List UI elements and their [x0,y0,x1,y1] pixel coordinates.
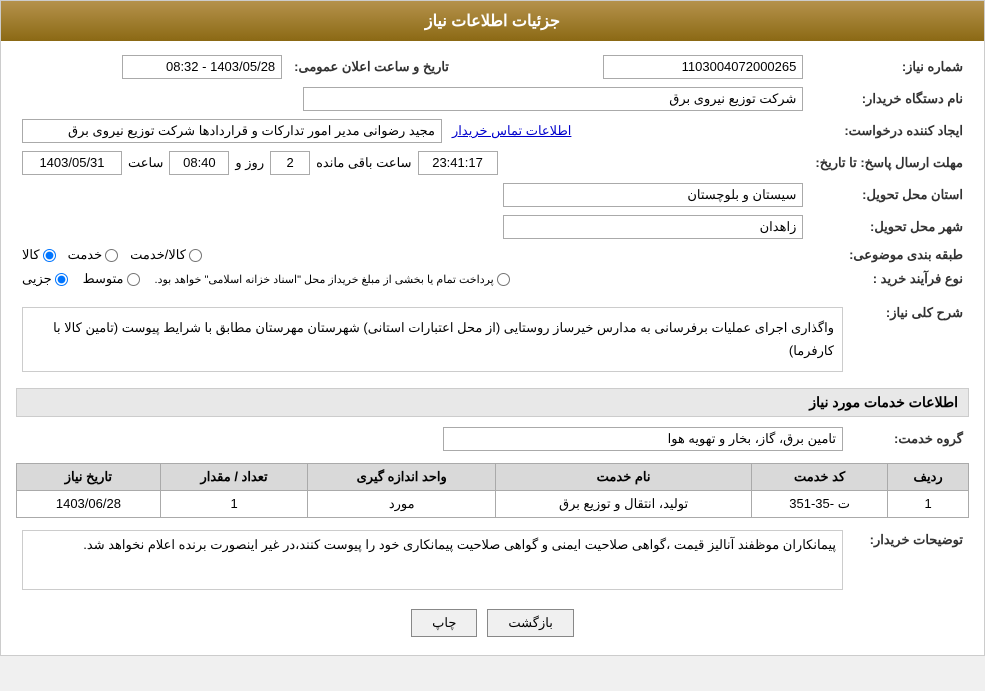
remaining-time-field[interactable]: 23:41:17 [418,151,498,175]
print-button[interactable]: چاپ [411,609,477,637]
province-label: استان محل تحویل: [809,179,969,211]
button-row: بازگشت چاپ [16,609,969,637]
response-days-label: روز و [235,155,264,171]
need-number-row: شماره نیاز: 1103004072000265 تاریخ و ساع… [16,51,969,83]
radio-khidmat[interactable] [105,249,118,262]
purchase-radio-group: پرداخت تمام یا بخشی از مبلغ خریداز محل "… [22,271,803,287]
category-label: طبقه بندی موضوعی: [809,243,969,267]
general-desc-value: واگذاری اجرای عملیات برفرسانی به مدارس خ… [16,299,849,380]
radio-jozii[interactable] [55,273,68,286]
remaining-label: ساعت باقی مانده [316,155,411,171]
category-kala-khidmat[interactable]: کالا/خدمت [130,247,202,263]
creator-label: ایجاد کننده درخواست: [809,115,969,147]
purchase-esnad[interactable]: پرداخت تمام یا بخشی از مبلغ خریداز محل "… [155,273,510,286]
response-time-label: ساعت [128,155,163,171]
col-quantity: تعداد / مقدار [160,463,308,490]
description-table: شرح کلی نیاز: واگذاری اجرای عملیات برفرس… [16,299,969,380]
page-content: شماره نیاز: 1103004072000265 تاریخ و ساع… [1,41,984,655]
col-service-code: کد خدمت [752,463,888,490]
response-date-field[interactable]: 1403/05/31 [22,151,122,175]
buyer-org-row: نام دستگاه خریدار: شرکت توزیع نیروی برق [16,83,969,115]
province-row: استان محل تحویل: سیستان و بلوچستان [16,179,969,211]
response-deadline-row: مهلت ارسال پاسخ: تا تاریخ: 23:41:17 ساعت… [16,147,969,179]
col-need-date: تاریخ نیاز [17,463,161,490]
purchase-type-label: نوع فرآیند خرید : [809,267,969,291]
purchase-jozii[interactable]: جزیی [22,271,68,287]
need-number-field[interactable]: 1103004072000265 [603,55,803,79]
col-row-num: ردیف [888,463,969,490]
service-group-field[interactable]: تامین برق، گاز، بخار و تهویه هوا [443,427,843,451]
announce-datetime-label: تاریخ و ساعت اعلان عمومی: [288,51,455,83]
buyer-notes-field[interactable] [22,530,843,590]
response-deadline-value: 23:41:17 ساعت باقی مانده 2 روز و 08:40 س… [16,147,809,179]
service-group-value: تامین برق، گاز، بخار و تهویه هوا [16,423,849,455]
creator-field[interactable]: مجید رضوانی مدیر امور تدارکات و قرارداده… [22,119,442,143]
category-options: کالا/خدمت خدمت کالا [16,243,809,267]
province-value: سیستان و بلوچستان [16,179,809,211]
general-desc-field[interactable]: واگذاری اجرای عملیات برفرسانی به مدارس خ… [22,307,843,372]
buyer-notes-label: توضیحات خریدار: [849,526,969,597]
cell-unit: مورد [308,490,496,517]
back-button[interactable]: بازگشت [487,609,573,637]
purchase-motavaset[interactable]: متوسط [83,271,140,287]
purchase-type-row: نوع فرآیند خرید : پرداخت تمام یا بخشی از… [16,267,969,291]
service-group-row: گروه خدمت: تامین برق، گاز، بخار و تهویه … [16,423,969,455]
category-row: طبقه بندی موضوعی: کالا/خدمت خدمت [16,243,969,267]
need-number-value: 1103004072000265 [474,51,809,83]
response-days-field[interactable]: 2 [270,151,310,175]
buyer-notes-row: توضیحات خریدار: [16,526,969,597]
radio-kala-khidmat[interactable] [189,249,202,262]
category-khidmat[interactable]: خدمت [68,247,119,263]
buyer-notes-value [16,526,849,597]
city-value: زاهدان [16,211,809,243]
buyer-org-label: نام دستگاه خریدار: [809,83,969,115]
col-unit: واحد اندازه گیری [308,463,496,490]
category-kala[interactable]: کالا [22,247,56,263]
cell-row: 1 [888,490,969,517]
city-field[interactable]: زاهدان [503,215,803,239]
radio-motavaset[interactable] [127,273,140,286]
table-row: 1ت -35-351تولید، انتقال و توزیع برقمورد1… [17,490,969,517]
city-row: شهر محل تحویل: زاهدان [16,211,969,243]
service-group-table: گروه خدمت: تامین برق، گاز، بخار و تهویه … [16,423,969,455]
cell-date: 1403/06/28 [17,490,161,517]
buyer-notes-table: توضیحات خریدار: [16,526,969,597]
purchase-type-options: پرداخت تمام یا بخشی از مبلغ خریداز محل "… [16,267,809,291]
general-desc-label: شرح کلی نیاز: [849,299,969,380]
cell-quantity: 1 [160,490,308,517]
page-container: جزئیات اطلاعات نیاز شماره نیاز: 11030040… [0,0,985,656]
services-section-title: اطلاعات خدمات مورد نیاز [16,388,969,417]
header-title: جزئیات اطلاعات نیاز [425,13,560,30]
page-header: جزئیات اطلاعات نیاز [1,1,984,41]
buyer-org-field[interactable]: شرکت توزیع نیروی برق [303,87,803,111]
creator-value: اطلاعات تماس خریدار مجید رضوانی مدیر امو… [16,115,809,147]
table-header-row: ردیف کد خدمت نام خدمت واحد اندازه گیری ت… [17,463,969,490]
city-label: شهر محل تحویل: [809,211,969,243]
response-time-field[interactable]: 08:40 [169,151,229,175]
cell-name: تولید، انتقال و توزیع برق [496,490,752,517]
services-table: ردیف کد خدمت نام خدمت واحد اندازه گیری ت… [16,463,969,518]
buyer-org-value: شرکت توزیع نیروی برق [16,83,809,115]
radio-kala[interactable] [43,249,56,262]
announce-datetime-value: 1403/05/28 - 08:32 [16,51,288,83]
service-group-label: گروه خدمت: [849,423,969,455]
cell-code: ت -35-351 [752,490,888,517]
general-desc-row: شرح کلی نیاز: واگذاری اجرای عملیات برفرس… [16,299,969,380]
category-radio-group: کالا/خدمت خدمت کالا [22,247,803,263]
radio-esnad[interactable] [497,273,510,286]
creator-contact-link[interactable]: اطلاعات تماس خریدار [452,123,571,139]
response-deadline-label: مهلت ارسال پاسخ: تا تاریخ: [809,147,969,179]
creator-row: ایجاد کننده درخواست: اطلاعات تماس خریدار… [16,115,969,147]
need-number-label: شماره نیاز: [809,51,969,83]
col-service-name: نام خدمت [496,463,752,490]
main-info-table: شماره نیاز: 1103004072000265 تاریخ و ساع… [16,51,969,291]
announce-datetime-field[interactable]: 1403/05/28 - 08:32 [122,55,282,79]
province-field[interactable]: سیستان و بلوچستان [503,183,803,207]
